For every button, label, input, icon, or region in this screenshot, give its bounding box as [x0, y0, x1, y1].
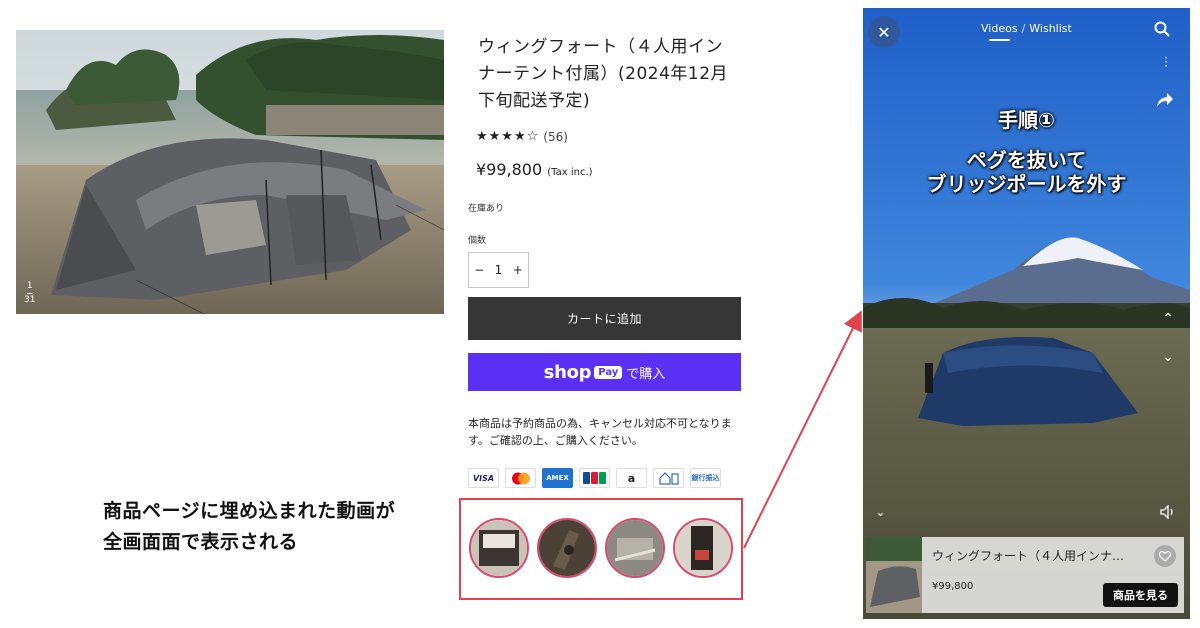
product-card-thumbnail: [866, 537, 922, 613]
more-options-icon[interactable]: · · ·: [1164, 52, 1168, 72]
player-tabs: Videos / Wishlist: [981, 22, 1072, 41]
mute-icon[interactable]: [1160, 505, 1176, 519]
instruction-line-2: ブリッジポールを外す: [926, 172, 1127, 196]
amazon-pay-icon: a: [616, 468, 647, 488]
video-overlay-step: 手順①: [998, 108, 1055, 132]
visa-icon: VISA: [468, 468, 499, 488]
quantity-label: 個数: [468, 236, 487, 246]
review-count: (56): [543, 129, 568, 144]
instruction-line-1: ペグを抜いて: [966, 148, 1087, 172]
tab-separator: /: [1021, 22, 1026, 35]
product-card-body: ウィングフォート（４人用インナ… ¥99,800 商品を見る: [922, 537, 1184, 613]
tab-videos[interactable]: Videos: [981, 22, 1018, 41]
star-rating-icon: ★★★★☆: [476, 129, 540, 144]
image-counter: 1 31: [24, 281, 36, 305]
mastercard-icon: [505, 468, 536, 488]
stock-status: 在庫あり: [468, 204, 505, 214]
video-thumbnail-2[interactable]: [537, 518, 597, 578]
collapse-icon[interactable]: ⌄: [875, 505, 886, 520]
video-player-fullscreen[interactable]: ✕ Videos / Wishlist · · · 手順① ペグを抜いて ブリッジポ…: [863, 8, 1190, 619]
product-card[interactable]: ウィングフォート（４人用インナ… ¥99,800 商品を見る: [866, 537, 1184, 613]
tax-note: (Tax inc.): [547, 167, 593, 178]
quantity-input[interactable]: 1: [495, 263, 503, 277]
quantity-increase-button[interactable]: +: [513, 263, 523, 277]
preorder-notice: 本商品は予約商品の為、キャンセル対応不可となります。ご確認の上、ご購入ください。: [468, 417, 732, 447]
shop-pay-logo: shop: [543, 361, 592, 383]
product-rating[interactable]: ★★★★☆ (56): [476, 129, 568, 144]
next-video-icon[interactable]: ⌄: [1162, 349, 1174, 365]
product-card-title: ウィングフォート（４人用インナ…: [932, 549, 1125, 563]
wishlist-heart-icon[interactable]: [1154, 545, 1176, 567]
tab-wishlist[interactable]: Wishlist: [1029, 22, 1072, 41]
quantity-stepper: − 1 +: [468, 252, 529, 288]
amex-icon: AMEX: [542, 468, 573, 488]
product-main-image[interactable]: 1 31: [16, 30, 444, 314]
video-thumbnail-4[interactable]: [673, 518, 733, 578]
previous-video-icon[interactable]: ⌃: [1162, 311, 1174, 327]
product-title: ウィングフォート（４人用インナーテント付属）(2024年12月下旬配送予定): [478, 37, 729, 111]
caption-line-1: 商品ページに埋め込まれた動画が: [103, 500, 396, 522]
view-product-button[interactable]: 商品を見る: [1103, 583, 1178, 607]
convenience-store-icon: [653, 468, 684, 488]
shop-pay-button[interactable]: shop Pay で購入: [468, 353, 741, 391]
close-button[interactable]: ✕: [868, 16, 900, 48]
caption-text: 商品ページに埋め込まれた動画が 全画面面で表示される: [103, 496, 395, 558]
product-price: ¥99,800 (Tax inc.): [476, 160, 593, 179]
video-thumbnail-3[interactable]: [605, 518, 665, 578]
payment-methods: VISA AMEX a 銀行振込: [468, 468, 727, 488]
quantity-decrease-button[interactable]: −: [474, 263, 484, 277]
video-thumbnail-1[interactable]: [469, 518, 529, 578]
bank-transfer-icon: 銀行振込: [690, 468, 721, 488]
jcb-icon: [579, 468, 610, 488]
price-value: ¥99,800: [476, 160, 543, 179]
add-to-cart-button[interactable]: カートに追加: [468, 297, 741, 340]
shop-pay-badge: Pay: [594, 365, 623, 379]
caption-line-2: 全画面面で表示される: [103, 531, 299, 553]
video-overlay-instruction: ペグを抜いて ブリッジポールを外す: [863, 148, 1190, 196]
embedded-video-thumbnails: [459, 498, 743, 600]
shop-pay-label: で購入: [626, 366, 666, 382]
search-icon[interactable]: [1154, 21, 1170, 37]
product-card-price: ¥99,800: [932, 581, 974, 592]
